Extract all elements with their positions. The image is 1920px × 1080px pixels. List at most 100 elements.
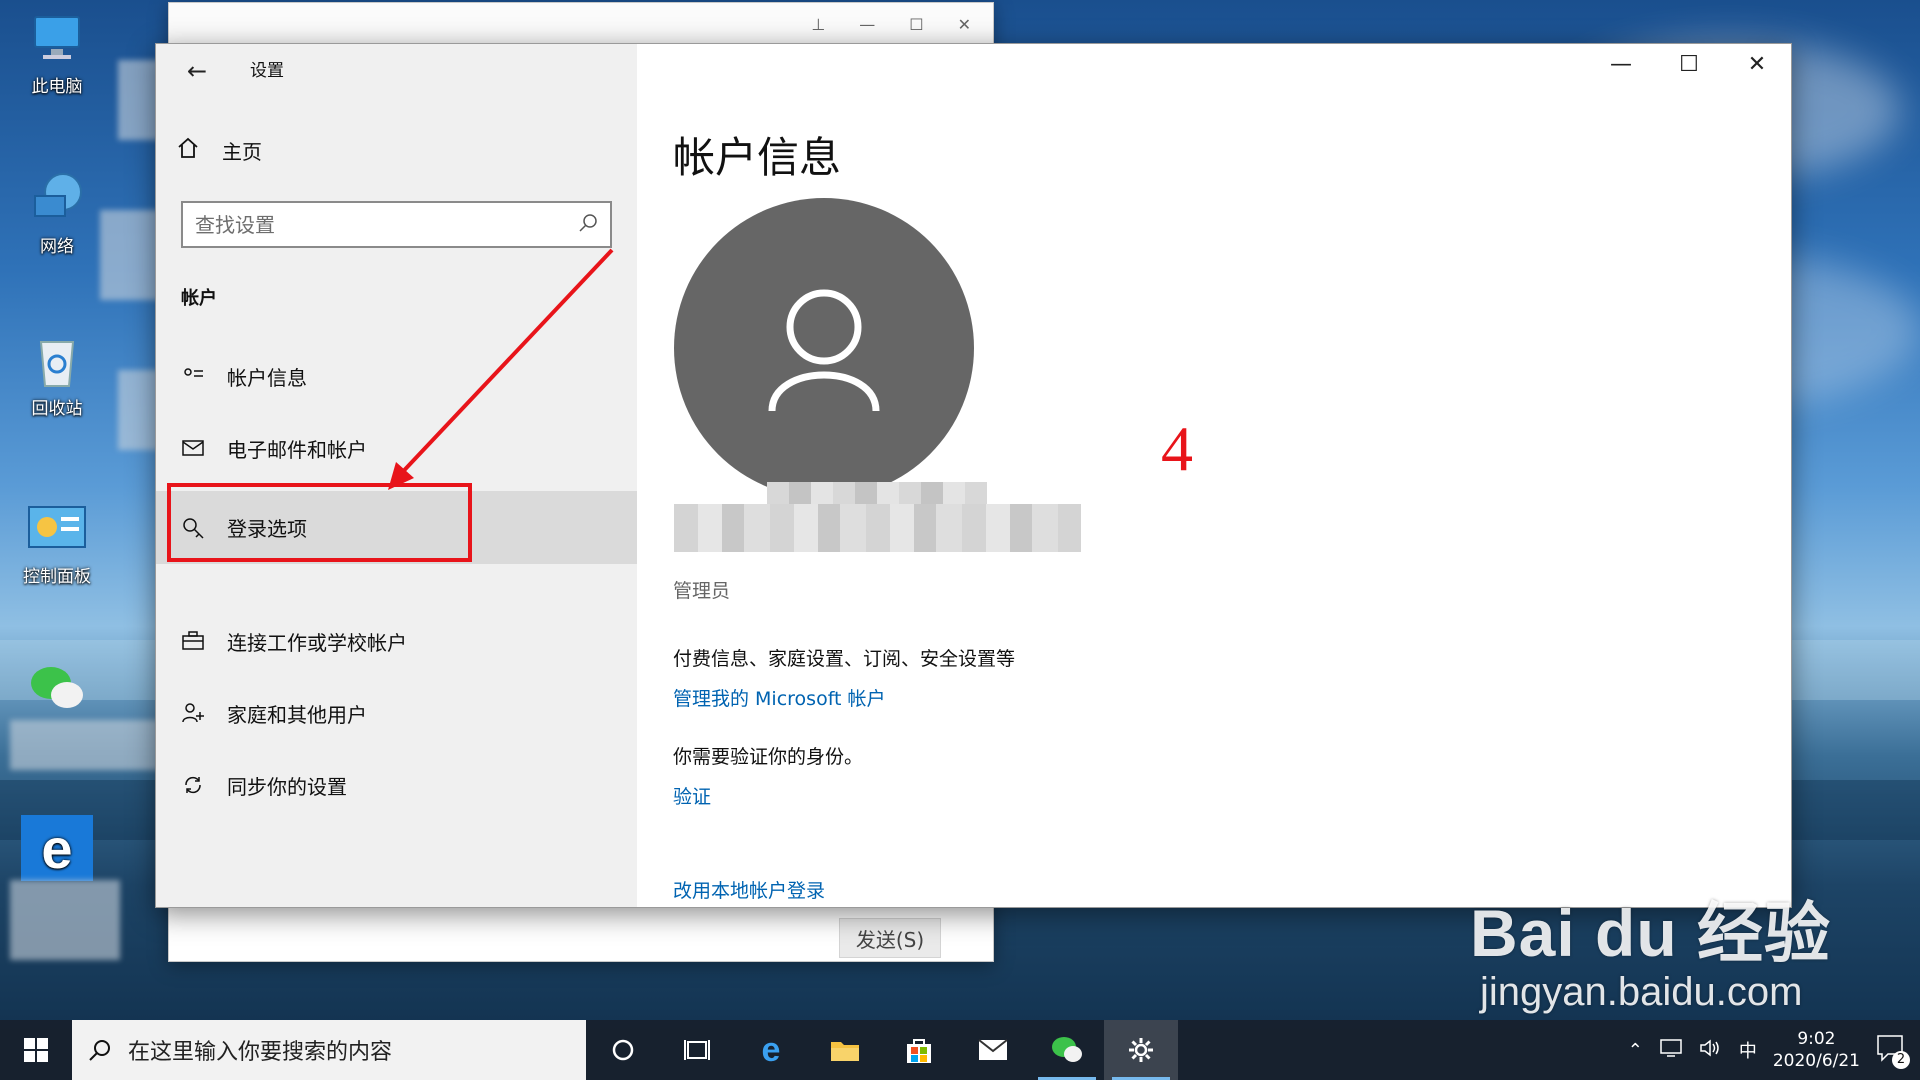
desktop-icon-control-panel[interactable]: 控制面板 (12, 500, 102, 587)
pin-icon[interactable]: ⊥ (811, 15, 825, 34)
settings-main-pane: — ☐ ✕ 帐户信息 管理员 付费信息、家庭设置、订阅、安全设置等 管理我的 M… (637, 44, 1791, 907)
taskbar-search-placeholder: 在这里输入你要搜索的内容 (128, 1040, 393, 1065)
nav-item-label: 同步你的设置 (227, 774, 347, 799)
settings-window: ← 设置 主页 帐户 帐户信息 电子邮件和帐户 (155, 43, 1792, 908)
nav-item-email-accounts[interactable]: 电子邮件和帐户 (156, 419, 637, 477)
account-role: 管理员 (673, 580, 731, 602)
desktop-icon-wechat[interactable] (12, 660, 102, 722)
network-globe-icon (26, 170, 88, 226)
folder-icon (831, 1042, 859, 1061)
app-title: 设置 (250, 61, 284, 81)
taskbar-file-explorer[interactable] (808, 1020, 882, 1080)
settings-sidebar: ← 设置 主页 帐户 帐户信息 电子邮件和帐户 (156, 44, 637, 907)
billing-description: 付费信息、家庭设置、订阅、安全设置等 (673, 648, 1016, 670)
wechat-icon (26, 660, 88, 716)
notification-count-badge: 2 (1892, 1050, 1910, 1069)
close-button[interactable]: ✕ (1723, 44, 1791, 84)
cortana-button[interactable] (586, 1020, 660, 1080)
desktop-icon-this-pc[interactable]: 此电脑 (12, 10, 102, 97)
maximize-button[interactable]: ☐ (1655, 44, 1723, 84)
manage-microsoft-account-link[interactable]: 管理我的 Microsoft 帐户 (673, 684, 886, 711)
search-input[interactable] (195, 212, 578, 237)
person-add-icon (181, 701, 205, 725)
nav-item-work-school[interactable]: 连接工作或学校帐户 (156, 612, 637, 670)
taskbar-search-box[interactable]: 在这里输入你要搜索的内容 (72, 1020, 586, 1080)
windows-logo-icon (24, 1038, 48, 1062)
window-controls: — ☐ ✕ (1587, 44, 1791, 84)
control-panel-icon (26, 500, 88, 556)
watermark-main: Bai du 经验 (1470, 896, 1832, 970)
taskbar-store[interactable] (882, 1020, 956, 1080)
taskbar: 在这里输入你要搜索的内容 e ⌃ 中 9:02 2020/6/21 2 (0, 1020, 1920, 1080)
section-heading: 帐户 (181, 288, 217, 309)
taskbar-clock[interactable]: 9:02 2020/6/21 (1773, 1028, 1860, 1072)
annotation-highlight-box (167, 483, 472, 562)
nav-item-label: 连接工作或学校帐户 (227, 630, 407, 655)
background-window-titlebar: ⊥ — ☐ ✕ (169, 3, 993, 45)
mail-icon (181, 436, 205, 460)
desktop-icon-label: 回收站 (31, 399, 83, 419)
system-tray: ⌃ 中 9:02 2020/6/21 2 (1628, 1028, 1920, 1072)
briefcase-icon (181, 629, 205, 653)
maximize-icon[interactable]: ☐ (909, 15, 923, 34)
nav-item-account-info[interactable]: 帐户信息 (156, 347, 637, 405)
edge-browser-icon: e (761, 1030, 781, 1069)
nav-item-family-users[interactable]: 家庭和其他用户 (156, 684, 637, 742)
back-arrow-icon[interactable]: ← (180, 54, 214, 88)
mosaic-blur (10, 720, 160, 770)
desktop-icon-edge[interactable]: e (12, 815, 102, 887)
search-icon[interactable] (578, 213, 598, 237)
cortana-circle-icon (612, 1039, 634, 1061)
nav-item-label: 电子邮件和帐户 (227, 437, 367, 462)
network-icon[interactable] (1659, 1038, 1683, 1063)
taskbar-mail[interactable] (956, 1020, 1030, 1080)
wechat-icon (1052, 1037, 1082, 1062)
desktop-icon-recycle-bin[interactable]: 回收站 (12, 332, 102, 419)
desktop-icon-label: 网络 (40, 237, 74, 257)
mail-envelope-icon (978, 1039, 1008, 1060)
verify-description: 你需要验证你的身份。 (673, 746, 864, 768)
clock-time: 9:02 (1797, 1029, 1836, 1049)
desktop-icon-label: 控制面板 (23, 567, 91, 587)
task-view-button[interactable] (660, 1020, 734, 1080)
task-view-icon (684, 1040, 710, 1060)
minimize-icon[interactable]: — (859, 15, 875, 34)
person-card-icon (181, 364, 205, 388)
minimize-button[interactable]: — (1587, 44, 1655, 84)
taskbar-edge[interactable]: e (734, 1020, 808, 1080)
volume-icon[interactable] (1699, 1038, 1723, 1063)
watermark-url: jingyan.baidu.com (1480, 970, 1803, 1014)
desktop-icon-label: 此电脑 (31, 77, 83, 97)
home-icon (176, 136, 200, 165)
chevron-up-icon[interactable]: ⌃ (1628, 1040, 1643, 1061)
verify-link[interactable]: 验证 (673, 782, 711, 809)
taskbar-settings[interactable] (1104, 1020, 1178, 1080)
home-link[interactable]: 主页 (176, 136, 262, 165)
step-number-annotation: 4 (1161, 413, 1193, 484)
store-bag-icon (907, 1039, 931, 1063)
username-mosaic (674, 504, 1081, 552)
desktop-icon-network[interactable]: 网络 (12, 170, 102, 257)
computer-icon (26, 10, 88, 66)
taskbar-wechat[interactable] (1030, 1020, 1104, 1080)
sync-icon (181, 773, 205, 797)
gear-icon (1129, 1038, 1153, 1062)
mosaic-blur (10, 880, 120, 960)
close-icon[interactable]: ✕ (958, 15, 971, 34)
notification-center-icon[interactable]: 2 (1876, 1034, 1910, 1069)
start-button[interactable] (0, 1020, 72, 1080)
page-title: 帐户信息 (673, 133, 842, 182)
send-button[interactable]: 发送(S) (839, 918, 941, 958)
baidu-watermark: Bai du 经验 jingyan.baidu.com (1470, 880, 1831, 1015)
settings-search-box[interactable] (181, 201, 612, 248)
clock-date: 2020/6/21 (1772, 1051, 1860, 1071)
edge-browser-icon: e (21, 815, 93, 881)
nav-item-sync[interactable]: 同步你的设置 (156, 756, 637, 814)
switch-to-local-account-link[interactable]: 改用本地帐户登录 (673, 876, 825, 903)
username-mosaic (767, 482, 987, 506)
ime-indicator[interactable]: 中 (1739, 1037, 1757, 1063)
nav-item-label: 帐户信息 (227, 365, 307, 390)
home-label: 主页 (222, 140, 262, 164)
nav-item-label: 家庭和其他用户 (227, 702, 367, 727)
user-avatar (674, 198, 974, 498)
